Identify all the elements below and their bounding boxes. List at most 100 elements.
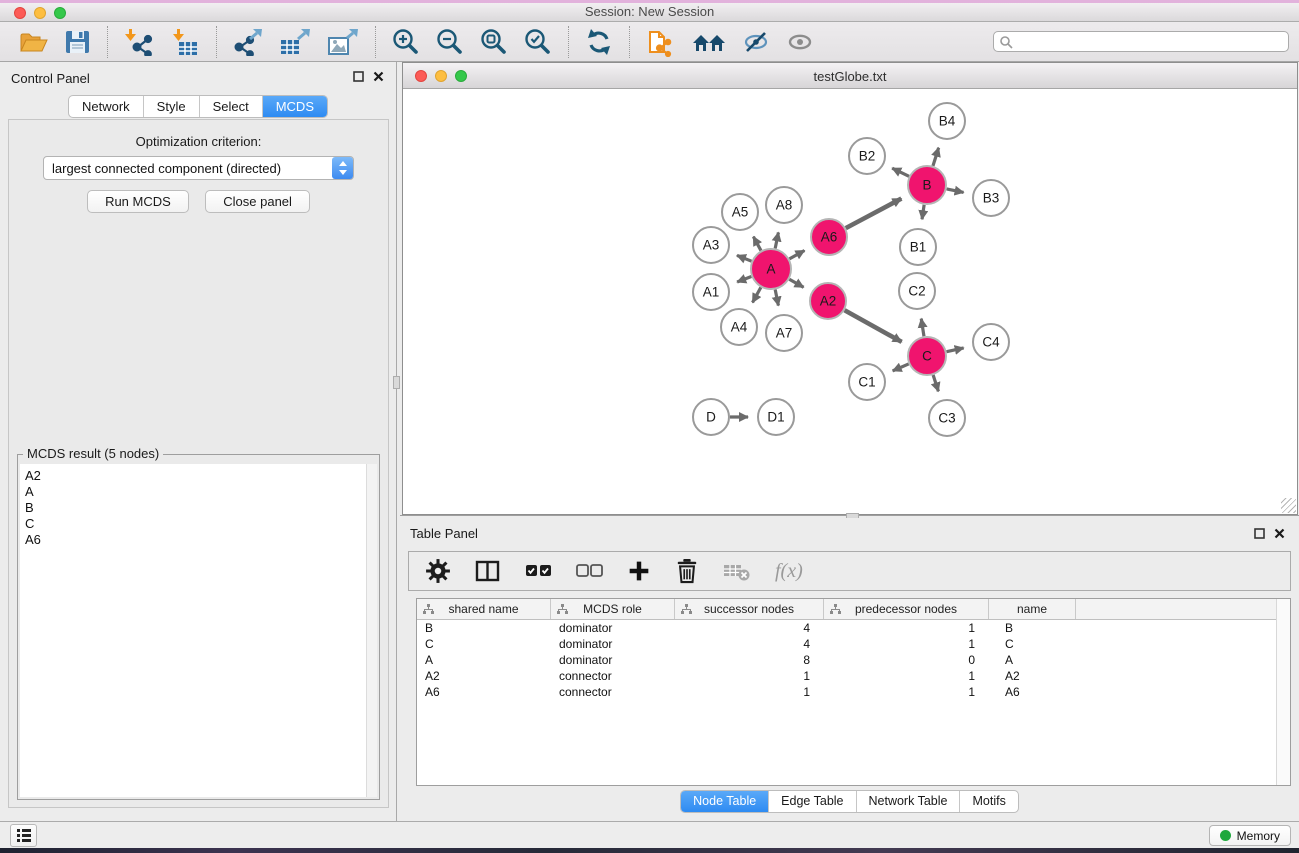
graph-edge-A2-C[interactable] (845, 310, 902, 342)
graph-edge-A-A6[interactable] (789, 251, 804, 259)
column-header-name[interactable]: name (989, 599, 1076, 619)
task-history-button[interactable] (10, 824, 37, 847)
graph-node-C3[interactable]: C3 (929, 400, 965, 436)
list-scrollbar[interactable] (366, 464, 377, 797)
close-panel-icon[interactable] (373, 71, 384, 82)
save-session-button[interactable] (56, 24, 99, 60)
import-table-button[interactable] (162, 24, 208, 60)
first-neighbors-button[interactable] (684, 24, 734, 60)
graph-edge-A-A7[interactable] (775, 290, 778, 306)
graph-node-C4[interactable]: C4 (973, 324, 1009, 360)
open-session-button[interactable] (10, 24, 56, 60)
graph-node-A4[interactable]: A4 (721, 309, 757, 345)
zoom-selected-button[interactable] (516, 24, 560, 60)
settings-gear-button[interactable] (425, 555, 451, 587)
graph-edge-A-A4[interactable] (753, 287, 761, 302)
column-header-successor-nodes[interactable]: successor nodes (675, 599, 824, 619)
zoom-out-button[interactable] (428, 24, 472, 60)
select-all-button[interactable] (525, 555, 552, 587)
search-input[interactable] (1017, 33, 1288, 50)
graph-edge-A-A2[interactable] (789, 279, 803, 287)
table-row[interactable]: A2 connector 1 1 A2 (417, 668, 1290, 684)
zoom-in-button[interactable] (384, 24, 428, 60)
column-header-shared-name[interactable]: shared name (417, 599, 551, 619)
table-row[interactable]: A6 connector 1 1 A6 (417, 684, 1290, 700)
graph-edge-C-C3[interactable] (933, 375, 938, 391)
zoom-fit-button[interactable] (472, 24, 516, 60)
list-item[interactable]: A6 (20, 532, 377, 548)
graph-node-B2[interactable]: B2 (849, 138, 885, 174)
graph-node-A1[interactable]: A1 (693, 274, 729, 310)
graph-node-A[interactable]: A (751, 249, 791, 289)
graph-edge-B-B1[interactable] (922, 205, 924, 219)
column-header-predecessor-nodes[interactable]: predecessor nodes (824, 599, 989, 619)
show-all-button[interactable] (778, 24, 822, 60)
graph-node-A2[interactable]: A2 (810, 283, 846, 319)
graph-node-B3[interactable]: B3 (973, 180, 1009, 216)
graph-edge-A-A3[interactable] (737, 255, 752, 261)
split-divider-handle[interactable] (393, 376, 400, 389)
graph-node-B4[interactable]: B4 (929, 103, 965, 139)
export-table-button[interactable] (271, 24, 319, 60)
graph-edge-C-C4[interactable] (947, 348, 964, 352)
apply-layout-button[interactable] (577, 24, 621, 60)
export-image-button[interactable] (319, 24, 367, 60)
table-row[interactable]: B dominator 4 1 B (417, 620, 1290, 636)
table-row[interactable]: A dominator 8 0 A (417, 652, 1290, 668)
graph-node-B[interactable]: B (908, 166, 946, 204)
function-builder-button[interactable]: f(x) (775, 560, 803, 583)
graph-node-A7[interactable]: A7 (766, 315, 802, 351)
tab-edge-table[interactable]: Edge Table (769, 791, 856, 812)
tab-style[interactable]: Style (144, 96, 200, 117)
graph-node-D[interactable]: D (693, 399, 729, 435)
close-panel-button[interactable]: Close panel (205, 190, 310, 213)
graph-edge-B-B2[interactable] (892, 168, 909, 176)
float-panel-icon[interactable] (1254, 528, 1265, 539)
network-from-selection-button[interactable] (638, 24, 684, 60)
tab-mcds[interactable]: MCDS (263, 96, 327, 117)
window-resize-grip[interactable] (1281, 498, 1296, 513)
graph-node-C1[interactable]: C1 (849, 364, 885, 400)
graph-node-C2[interactable]: C2 (899, 273, 935, 309)
tab-motifs[interactable]: Motifs (960, 791, 1017, 812)
delete-table-button[interactable] (723, 555, 751, 587)
graph-node-A5[interactable]: A5 (722, 194, 758, 230)
graph-node-C[interactable]: C (908, 337, 946, 375)
import-network-button[interactable] (116, 24, 162, 60)
graph-edge-A-A5[interactable] (753, 237, 761, 251)
run-mcds-button[interactable]: Run MCDS (87, 190, 189, 213)
graph-edge-B-B4[interactable] (933, 148, 939, 166)
list-item[interactable]: A (20, 484, 377, 500)
graph-edge-C-C2[interactable] (921, 319, 924, 337)
graph-node-D1[interactable]: D1 (758, 399, 794, 435)
criterion-dropdown[interactable]: largest connected component (directed) (43, 156, 354, 180)
column-header-mcds-role[interactable]: MCDS role (551, 599, 675, 619)
graph-edge-C-C1[interactable] (893, 364, 909, 371)
graph-node-A8[interactable]: A8 (766, 187, 802, 223)
float-panel-icon[interactable] (353, 71, 364, 82)
graph-edge-A-A8[interactable] (775, 232, 778, 248)
export-network-button[interactable] (225, 24, 271, 60)
graph-edge-A6-B[interactable] (846, 199, 902, 229)
tab-network[interactable]: Network (69, 96, 144, 117)
tab-network-table[interactable]: Network Table (857, 791, 961, 812)
tab-select[interactable]: Select (200, 96, 263, 117)
network-canvas[interactable]: B4 B2 B B3 A8A5 A6 A3 B1 A A1 C2 A2 A4A7 C4 C C1 C3 D D1 (403, 89, 1297, 514)
tab-node-table[interactable]: Node Table (681, 791, 769, 812)
memory-button[interactable]: Memory (1209, 825, 1291, 846)
graph-node-B1[interactable]: B1 (900, 229, 936, 265)
delete-button[interactable] (675, 555, 699, 587)
add-button[interactable] (627, 555, 651, 587)
list-item[interactable]: B (20, 500, 377, 516)
graph-edge-B-B3[interactable] (947, 189, 964, 192)
graph-node-A3[interactable]: A3 (693, 227, 729, 263)
hide-selected-button[interactable] (734, 24, 778, 60)
columns-button[interactable] (475, 555, 501, 587)
table-row[interactable]: C dominator 4 1 C (417, 636, 1290, 652)
close-panel-icon[interactable] (1274, 528, 1285, 539)
graph-edge-A-A1[interactable] (737, 277, 751, 282)
table-scrollbar[interactable] (1276, 599, 1290, 785)
graph-node-A6[interactable]: A6 (811, 219, 847, 255)
list-item[interactable]: A2 (20, 468, 377, 484)
list-item[interactable]: C (20, 516, 377, 532)
